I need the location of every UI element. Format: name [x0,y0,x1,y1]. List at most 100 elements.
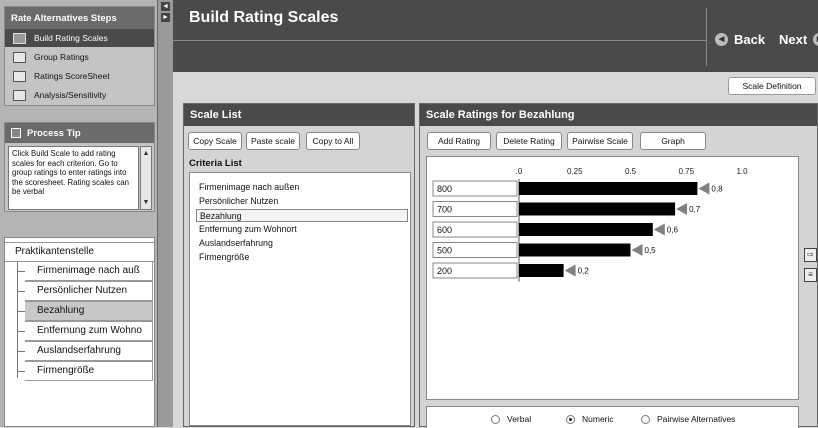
radio-dot[interactable] [566,414,575,424]
bar-value-label: 0,2 [578,267,590,276]
group-ratings-icon [13,51,26,63]
step-group-ratings[interactable]: Group Ratings [5,48,154,66]
x-tick-label: 1.0 [736,167,748,176]
rating-bar[interactable] [519,182,698,195]
rating-bar[interactable] [519,202,676,216]
side-toolbar: ⇨ ≡ [803,248,818,292]
bar-drag-handle[interactable] [631,244,643,256]
step-analysis-sensitivity[interactable]: Analysis/Sensitivity [5,86,154,104]
radio-label: Numeric [582,414,614,424]
paste-scale-button[interactable]: Paste scale [246,132,300,150]
rating-value-label: 600 [437,225,452,235]
criteria-tree: Praktikantenstelle Firmenimage nach auß … [4,237,155,427]
back-arrow-icon: ◄ [715,33,728,46]
copy-to-all-button[interactable]: Copy to All [306,132,360,150]
radio-pairwise-alternatives[interactable]: Pairwise Alternatives [641,414,735,424]
criteria-item[interactable]: Firmengröße [196,251,408,264]
collapse-left-icon[interactable]: ◄ [161,2,170,11]
tree-root-goal[interactable]: Praktikantenstelle [5,242,154,262]
criteria-list: Firmenimage nach außen Persönlicher Nutz… [189,172,411,426]
left-sidebar: Rate Alternatives Steps Build Rating Sca… [0,0,157,427]
scale-ratings-title: Scale Ratings for Bezahlung [420,104,817,126]
tree-tick [17,351,25,352]
tree-connector-line [17,262,18,378]
page-header: Build Rating Scales ◄ Back Next ► [173,0,818,72]
graph-button[interactable]: Graph [640,132,706,150]
delete-rating-button[interactable]: Delete Rating [496,132,562,150]
bar-drag-handle[interactable] [676,203,688,215]
tip-scrollbar[interactable]: ▲ ▼ [140,146,152,210]
tree-item[interactable]: Entfernung zum Wohno [25,321,153,341]
export-icon[interactable]: ⇨ [804,248,817,262]
panel-splitter[interactable]: ◄ ► [157,0,173,427]
rating-bar[interactable] [519,223,653,236]
tree-tick [17,311,25,312]
tree-item[interactable]: Firmengröße [25,361,153,381]
rating-bar[interactable] [519,243,631,257]
rating-value-label: 700 [437,205,452,215]
step-ratings-scoresheet[interactable]: Ratings ScoreSheet [5,67,154,85]
next-button[interactable]: Next ► [779,32,818,47]
step-build-rating-scales[interactable]: Build Rating Scales [5,29,154,47]
pairwise-scale-button[interactable]: Pairwise Scale [567,132,633,150]
rating-bar[interactable] [519,264,564,277]
tree-tick [17,371,25,372]
x-tick-label: 0.25 [567,167,583,176]
scale-definition-button[interactable]: Scale Definition [728,77,816,95]
bar-drag-handle[interactable] [698,182,710,195]
copy-scale-button[interactable]: Copy Scale [188,132,242,150]
radio-numeric[interactable]: Numeric [566,414,614,424]
header-divider [173,40,706,41]
ratings-chart-svg: .0 0.25 0.5 0.75 1.0 800 0,8 700 0,7 600 0,6 500 0,5… [432,167,748,282]
process-tip-title: Process Tip [5,123,154,143]
report-icon[interactable]: ≡ [804,268,817,282]
rating-value-label: 200 [437,266,452,276]
tree-item[interactable]: Persönlicher Nutzen [25,281,153,301]
x-tick-label: 0.5 [625,167,637,176]
tree-item[interactable]: Auslandserfahrung [25,341,153,361]
scroll-up-icon[interactable]: ▲ [142,149,150,158]
steps-panel: Rate Alternatives Steps Build Rating Sca… [4,6,155,106]
tree-tick [17,291,25,292]
criteria-item[interactable]: Auslandserfahrung [196,237,408,250]
scale-list-title: Scale List [184,104,414,126]
criteria-item[interactable]: Firmenimage nach außen [196,181,408,194]
tree-tick [17,271,25,272]
step-label: Build Rating Scales [34,33,108,43]
add-rating-button[interactable]: Add Rating [427,132,491,150]
page-title: Build Rating Scales [189,9,339,26]
tree-item[interactable]: Firmenimage nach auß [25,261,153,281]
expand-right-icon[interactable]: ► [161,13,170,22]
bar-drag-handle[interactable] [564,264,576,277]
bar-value-label: 0,5 [645,246,657,255]
criteria-item[interactable]: Persönlicher Nutzen [196,195,408,208]
steps-panel-title: Rate Alternatives Steps [5,7,154,29]
scoresheet-icon [13,70,26,82]
scale-type-radio-group: Verbal Numeric Pairwise Alternatives [426,406,799,428]
radio-label: Verbal [507,414,532,424]
bar-value-label: 0,6 [667,226,679,235]
rating-value-label: 800 [437,184,452,194]
header-vertical-divider [706,8,707,66]
scale-ratings-panel: Scale Ratings for Bezahlung Add Rating D… [419,103,818,428]
criteria-item[interactable]: Bezahlung [196,209,408,222]
bar-value-label: 0,8 [711,185,723,194]
analysis-icon [13,89,26,101]
radio-verbal[interactable]: Verbal [491,414,531,424]
tree-item[interactable]: Bezahlung [25,301,153,321]
ratings-chart: .0 0.25 0.5 0.75 1.0 800 0,8 700 0,7 600 0,6 500 0,5… [426,156,799,400]
next-arrow-icon: ► [813,33,818,46]
scroll-down-icon[interactable]: ▼ [142,198,150,207]
radio-dot[interactable] [491,414,500,424]
scale-list-panel: Scale List Copy Scale Paste scale Copy t… [183,103,415,427]
step-label: Group Ratings [34,52,89,62]
x-tick-label: .0 [516,167,523,176]
back-button[interactable]: ◄ Back [715,32,765,47]
criteria-item[interactable]: Entfernung zum Wohnort [196,223,408,236]
bar-drag-handle[interactable] [653,223,665,236]
process-tip-text: Click Build Scale to add rating scales f… [8,146,139,210]
rating-value-label: 500 [437,246,452,256]
radio-dot[interactable] [641,414,650,424]
radio-label: Pairwise Alternatives [657,414,736,424]
next-label: Next [779,32,808,47]
